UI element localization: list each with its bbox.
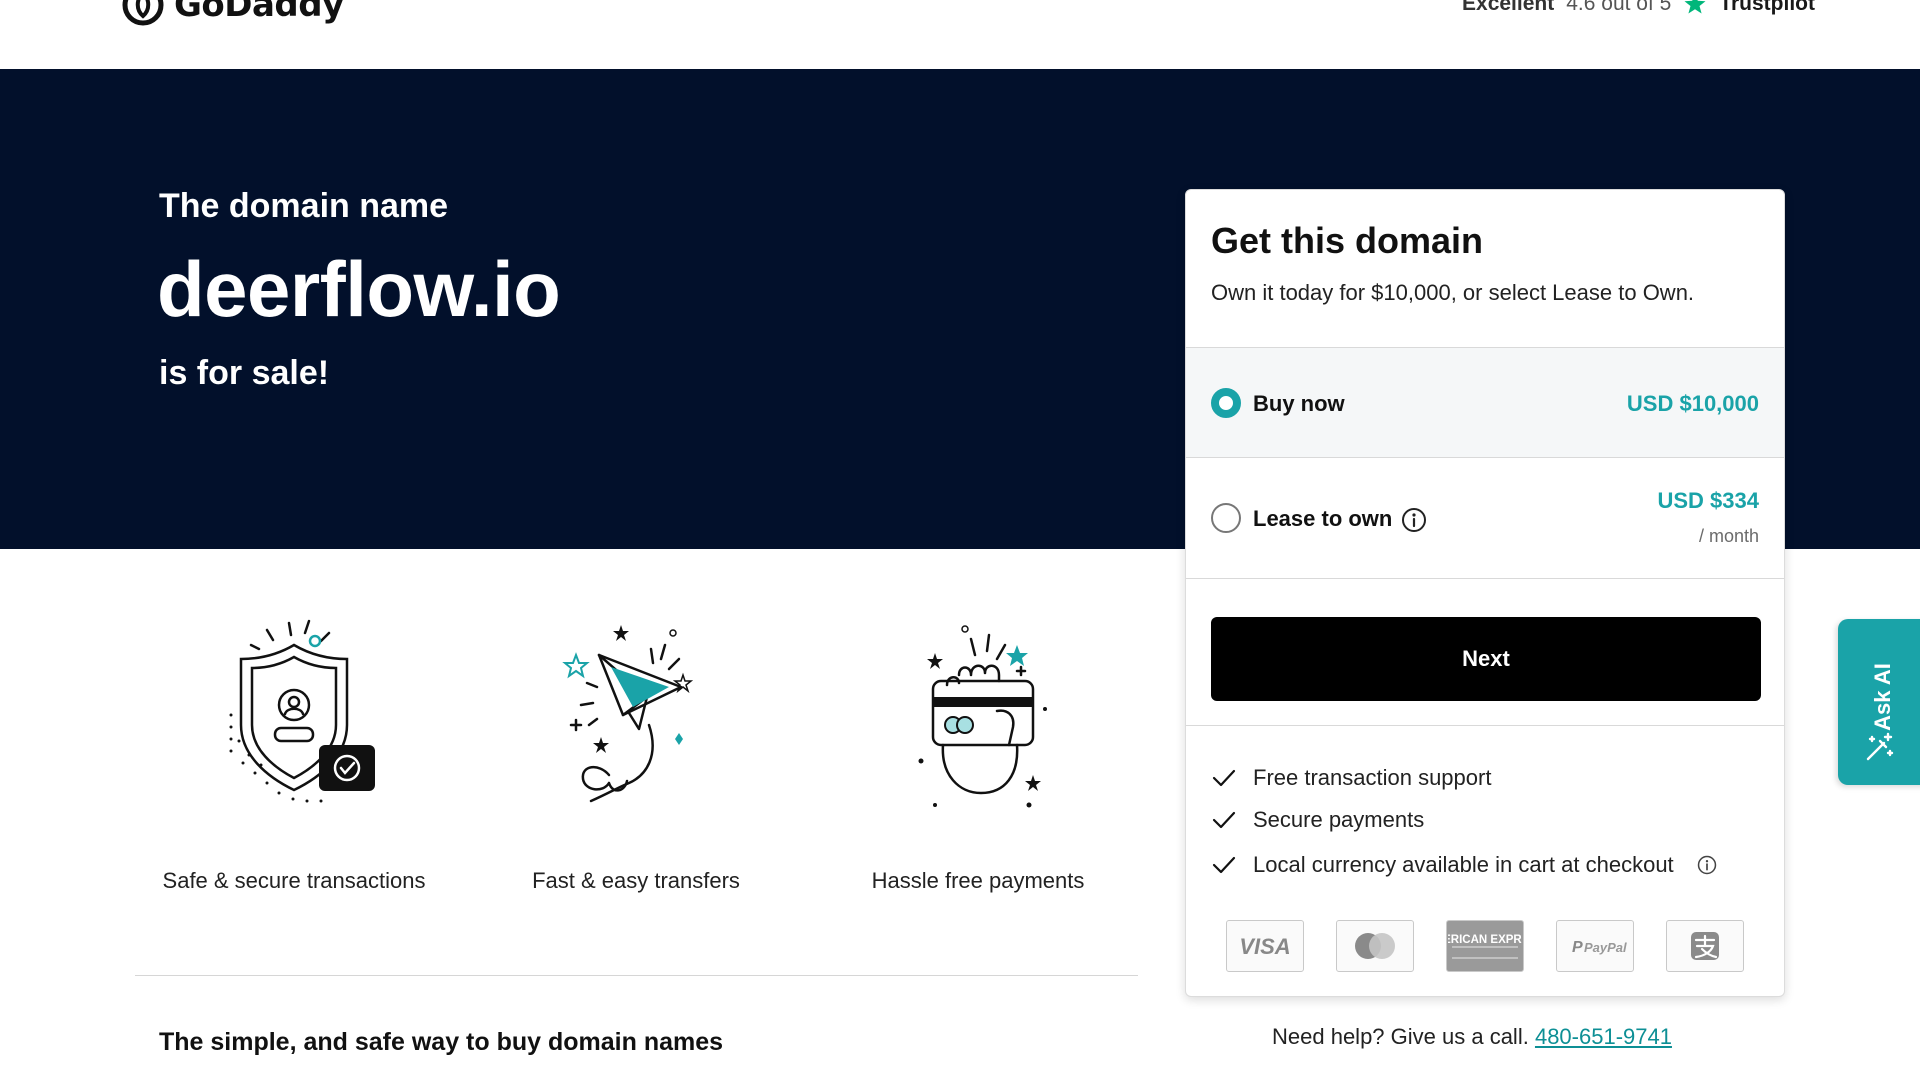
svg-text:P: P bbox=[1572, 939, 1583, 956]
paper-plane-icon bbox=[562, 625, 694, 803]
shield-icon bbox=[229, 619, 375, 803]
feature-fast-transfers: Fast & easy transfers bbox=[466, 615, 806, 894]
paypal-logo-text: PayPal bbox=[1584, 940, 1627, 955]
payment-methods: VISA AMERICAN EXPRESS P PayPal bbox=[1226, 920, 1744, 972]
magic-wand-icon bbox=[1866, 732, 1894, 761]
lease-to-own-option[interactable]: Lease to own USD $334 / month bbox=[1186, 458, 1784, 579]
trustpilot-star-icon bbox=[1684, 0, 1706, 14]
amex-logo: AMERICAN EXPRESS bbox=[1446, 920, 1524, 972]
benefit-text: Secure payments bbox=[1253, 807, 1425, 832]
phone-link[interactable]: 480-651-9741 bbox=[1535, 1024, 1672, 1049]
next-button[interactable]: Next bbox=[1211, 617, 1761, 701]
help-line: Need help? Give us a call. 480-651-9741 bbox=[1272, 1024, 1672, 1050]
benefit-item: Free transaction support bbox=[1211, 765, 1491, 791]
feature-safe-secure: Safe & secure transactions bbox=[124, 615, 464, 894]
hero-for-sale-text: is for sale! bbox=[159, 354, 330, 392]
logo-text: GoDaddy bbox=[174, 0, 344, 25]
mastercard-logo bbox=[1336, 920, 1414, 972]
ask-ai-button[interactable]: Ask AI bbox=[1838, 619, 1920, 785]
checkmark-icon bbox=[1212, 856, 1236, 874]
mastercard-icon bbox=[1355, 933, 1395, 959]
alipay-icon bbox=[1691, 932, 1719, 960]
godaddy-logo[interactable]: GoDaddy bbox=[120, 0, 344, 28]
buy-now-price: USD $10,000 bbox=[1626, 391, 1759, 416]
lease-to-own-radio[interactable] bbox=[1211, 503, 1241, 533]
card-subtitle: Own it today for $10,000, or select Leas… bbox=[1211, 280, 1695, 305]
benefit-text: Local currency available in cart at chec… bbox=[1253, 852, 1674, 877]
amex-logo-text: AMERICAN EXPRESS bbox=[1448, 934, 1522, 946]
trustpilot-score: 4.6 out of 5 bbox=[1566, 0, 1672, 15]
feature-label: Safe & secure transactions bbox=[162, 868, 426, 893]
trustpilot-rating[interactable]: Excellent 4.6 out of 5 Trustpilot bbox=[1462, 0, 1815, 16]
amex-icon: AMERICAN EXPRESS bbox=[1448, 934, 1522, 959]
card-title: Get this domain bbox=[1211, 220, 1484, 261]
section-divider bbox=[135, 975, 1138, 976]
buy-now-radio[interactable] bbox=[1211, 388, 1241, 418]
benefit-item: Local currency available in cart at chec… bbox=[1211, 852, 1718, 878]
trustpilot-brand: Trustpilot bbox=[1719, 0, 1815, 15]
site-header: GoDaddy Excellent 4.6 out of 5 Trustpilo… bbox=[0, 0, 1920, 69]
help-text: Need help? Give us a call. bbox=[1272, 1024, 1529, 1049]
benefit-item: Secure payments bbox=[1211, 807, 1424, 833]
feature-label: Fast & easy transfers bbox=[532, 868, 740, 893]
alipay-logo bbox=[1666, 920, 1744, 972]
buy-now-option[interactable]: Buy now USD $10,000 bbox=[1186, 348, 1784, 458]
paypal-logo: P PayPal bbox=[1556, 920, 1634, 972]
trustpilot-rating-word: Excellent bbox=[1462, 0, 1555, 15]
paypal-icon: P PayPal bbox=[1572, 939, 1627, 956]
checkmark-icon bbox=[1212, 769, 1236, 787]
benefit-text: Free transaction support bbox=[1253, 765, 1492, 790]
get-domain-card: Get this domain Own it today for $10,000… bbox=[1185, 189, 1785, 997]
info-icon[interactable] bbox=[1401, 507, 1427, 533]
card-in-hand-icon bbox=[918, 625, 1047, 808]
domain-name-heading: deerflow.io bbox=[157, 245, 561, 333]
godaddy-logo-icon bbox=[122, 0, 164, 26]
section-title: The simple, and safe way to buy domain n… bbox=[159, 1028, 724, 1056]
visa-icon: VISA bbox=[1239, 934, 1290, 959]
hero-intro-text: The domain name bbox=[159, 187, 449, 225]
checkmark-icon bbox=[1212, 811, 1236, 829]
buy-now-label: Buy now bbox=[1253, 391, 1345, 416]
info-icon[interactable] bbox=[1696, 854, 1718, 876]
lease-to-own-price: USD $334 bbox=[1657, 488, 1759, 513]
visa-logo: VISA bbox=[1226, 920, 1304, 972]
lease-to-own-label: Lease to own bbox=[1253, 506, 1393, 531]
visa-logo-text: VISA bbox=[1239, 934, 1290, 959]
ask-ai-label: Ask AI bbox=[1870, 663, 1895, 731]
feature-label: Hassle free payments bbox=[871, 868, 1085, 893]
feature-hassle-free-payments: Hassle free payments bbox=[808, 615, 1148, 894]
next-area: Next bbox=[1186, 579, 1784, 726]
card-header: Get this domain Own it today for $10,000… bbox=[1186, 190, 1784, 348]
lease-period: / month bbox=[1698, 526, 1759, 546]
